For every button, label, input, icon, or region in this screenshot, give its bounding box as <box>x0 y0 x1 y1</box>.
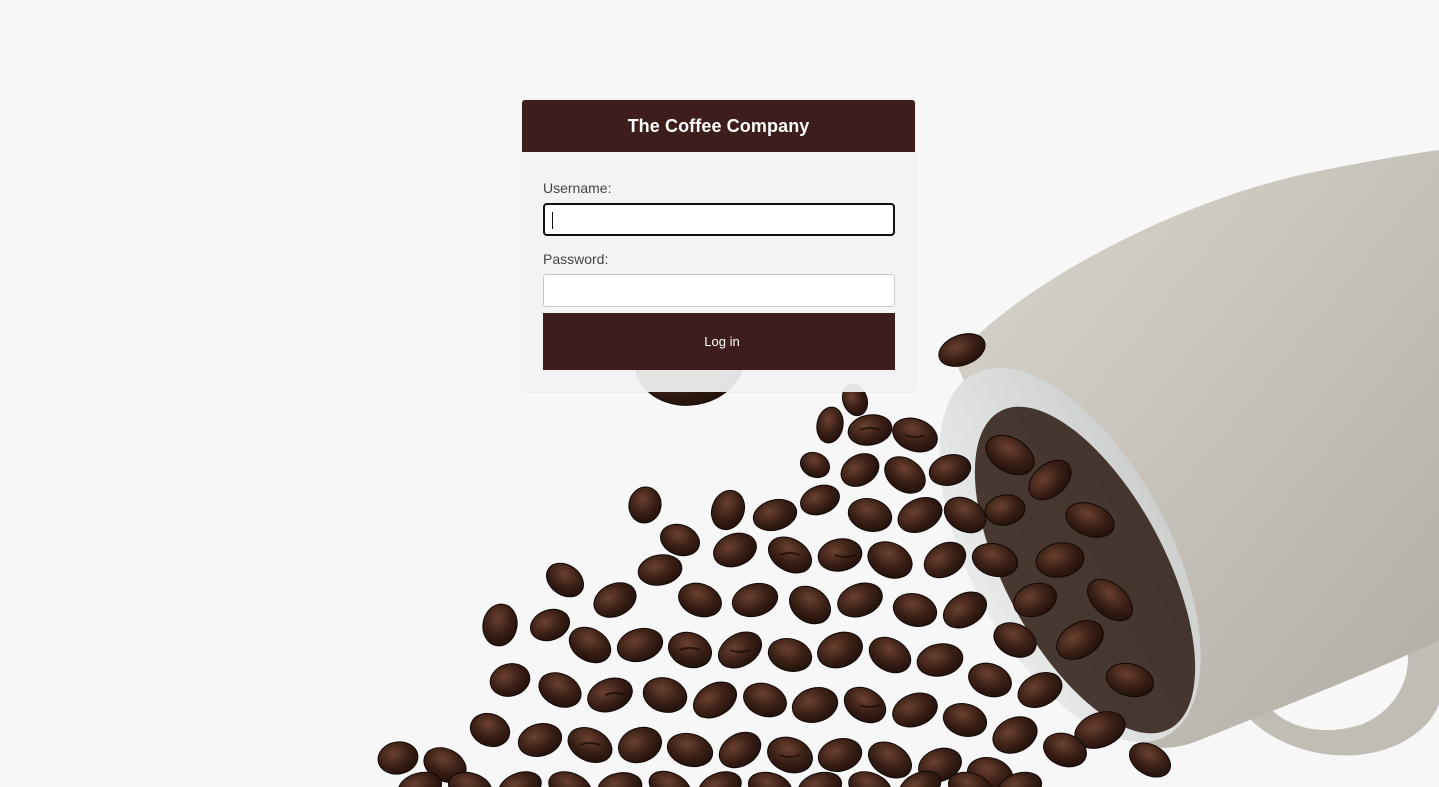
login-card: The Coffee Company Username: Password: L… <box>522 100 915 392</box>
text-caret <box>552 212 553 229</box>
login-button[interactable]: Log in <box>543 313 895 370</box>
password-label: Password: <box>543 251 609 267</box>
username-label: Username: <box>543 180 612 196</box>
app-title: The Coffee Company <box>627 115 810 136</box>
password-input[interactable] <box>543 274 895 307</box>
login-form: Username: Password: Log in <box>522 152 915 370</box>
username-input[interactable] <box>543 203 895 236</box>
password-group: Password: <box>543 251 895 307</box>
login-header: The Coffee Company <box>522 100 915 152</box>
username-group: Username: <box>543 180 895 236</box>
